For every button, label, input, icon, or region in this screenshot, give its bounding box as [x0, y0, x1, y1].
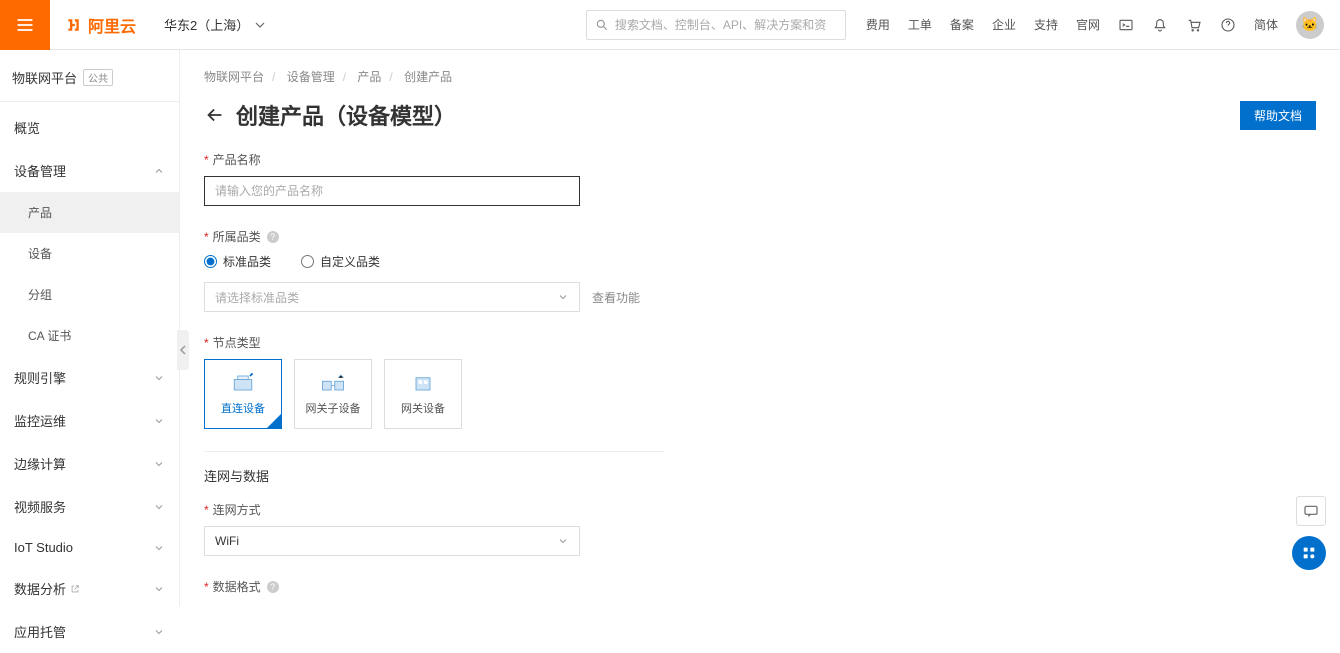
breadcrumb: 物联网平台/ 设备管理/ 产品/ 创建产品 — [204, 68, 1316, 85]
device-child-icon — [319, 372, 347, 394]
back-icon[interactable] — [204, 104, 226, 126]
label-data-format: *数据格式? — [204, 578, 1316, 595]
brand-text: 阿里云 — [88, 13, 136, 37]
main-content: 物联网平台/ 设备管理/ 产品/ 创建产品 创建产品（设备模型） 帮助文档 *产… — [180, 50, 1340, 606]
nav-support[interactable]: 支持 — [1034, 16, 1058, 33]
crumb-device-mgmt[interactable]: 设备管理 — [287, 70, 335, 84]
help-doc-button[interactable]: 帮助文档 — [1240, 101, 1316, 130]
sidebar-product-title: 物联网平台 公共 — [0, 60, 179, 95]
sidebar-item-device[interactable]: 设备 — [0, 233, 179, 274]
crumb-current: 创建产品 — [404, 70, 452, 84]
radio-custom-category[interactable]: 自定义品类 — [301, 253, 380, 270]
cart-icon[interactable] — [1186, 17, 1202, 33]
brand-logo[interactable]: 阿里云 — [62, 13, 136, 37]
crumb-root[interactable]: 物联网平台 — [204, 70, 264, 84]
sidebar-item-ca[interactable]: CA 证书 — [0, 315, 179, 356]
sidebar-item-video[interactable]: 视频服务 — [0, 485, 179, 528]
sidebar-collapse-handle[interactable] — [177, 330, 189, 370]
chat-icon — [1303, 503, 1319, 519]
help-tooltip-icon[interactable]: ? — [267, 581, 279, 593]
network-select[interactable]: WiFi — [204, 526, 580, 556]
standard-category-select[interactable]: 请选择标准品类 — [204, 282, 580, 312]
chevron-down-icon — [153, 415, 165, 427]
chevron-down-icon — [153, 458, 165, 470]
bell-icon[interactable] — [1152, 17, 1168, 33]
nav-icp[interactable]: 备案 — [950, 16, 974, 33]
device-gateway-icon — [409, 372, 437, 394]
page-title: 创建产品（设备模型） — [204, 99, 456, 131]
external-link-icon — [70, 584, 80, 594]
apps-grid-icon — [1301, 545, 1317, 561]
section-network: 连网与数据 — [204, 466, 1316, 485]
sidebar-item-analytics[interactable]: 数据分析 — [0, 567, 179, 610]
label-product-name: *产品名称 — [204, 151, 1316, 168]
nav-enterprise[interactable]: 企业 — [992, 16, 1016, 33]
sidebar-item-group[interactable]: 分组 — [0, 274, 179, 315]
user-avatar[interactable]: 🐱 — [1296, 11, 1324, 39]
node-type-child[interactable]: 网关子设备 — [294, 359, 372, 429]
cloudshell-icon[interactable] — [1118, 17, 1134, 33]
sidebar-item-iot-studio[interactable]: IoT Studio — [0, 528, 179, 567]
chevron-down-icon — [153, 583, 165, 595]
radio-standard-category[interactable]: 标准品类 — [204, 253, 271, 270]
search-icon — [595, 18, 609, 32]
nav-site[interactable]: 官网 — [1076, 16, 1100, 33]
chevron-down-icon — [153, 372, 165, 384]
view-features-link[interactable]: 查看功能 — [592, 289, 640, 306]
chevron-down-icon — [153, 542, 165, 554]
label-category: *所属品类? — [204, 228, 1316, 245]
chevron-down-icon — [153, 501, 165, 513]
nav-fees[interactable]: 费用 — [866, 16, 890, 33]
sidebar-item-device-mgmt[interactable]: 设备管理 — [0, 149, 179, 192]
sidebar-item-edge[interactable]: 边缘计算 — [0, 442, 179, 485]
chevron-down-icon — [557, 535, 569, 547]
help-tooltip-icon[interactable]: ? — [267, 231, 279, 243]
caret-down-icon — [255, 20, 265, 30]
label-node-type: *节点类型 — [204, 334, 1316, 351]
instance-badge: 公共 — [83, 69, 113, 86]
sidebar: 物联网平台 公共 概览 设备管理 产品 设备 分组 CA 证书 规则引擎 监控运… — [0, 50, 180, 606]
product-name-input[interactable] — [204, 176, 580, 206]
sidebar-item-product[interactable]: 产品 — [0, 192, 179, 233]
sidebar-item-rule[interactable]: 规则引擎 — [0, 356, 179, 399]
device-direct-icon — [229, 372, 257, 394]
label-network: *连网方式 — [204, 501, 1316, 518]
hamburger-menu[interactable] — [0, 0, 50, 50]
chat-float-button[interactable] — [1296, 496, 1326, 526]
nav-tickets[interactable]: 工单 — [908, 16, 932, 33]
crumb-product[interactable]: 产品 — [357, 70, 381, 84]
chevron-down-icon — [153, 626, 165, 638]
chevron-down-icon — [557, 291, 569, 303]
chevron-left-icon — [179, 344, 187, 356]
node-type-gateway[interactable]: 网关设备 — [384, 359, 462, 429]
sidebar-item-hosting[interactable]: 应用托管 — [0, 610, 179, 653]
search-box[interactable] — [586, 10, 846, 40]
nav-lang[interactable]: 简体 — [1254, 16, 1278, 33]
node-type-direct[interactable]: 直连设备 — [204, 359, 282, 429]
chevron-up-icon — [153, 165, 165, 177]
sidebar-item-monitor[interactable]: 监控运维 — [0, 399, 179, 442]
sidebar-item-overview[interactable]: 概览 — [0, 106, 179, 149]
apps-float-button[interactable] — [1292, 536, 1326, 570]
region-selector[interactable]: 华东2（上海） — [164, 15, 265, 34]
search-input[interactable] — [615, 18, 837, 32]
help-icon[interactable] — [1220, 17, 1236, 33]
